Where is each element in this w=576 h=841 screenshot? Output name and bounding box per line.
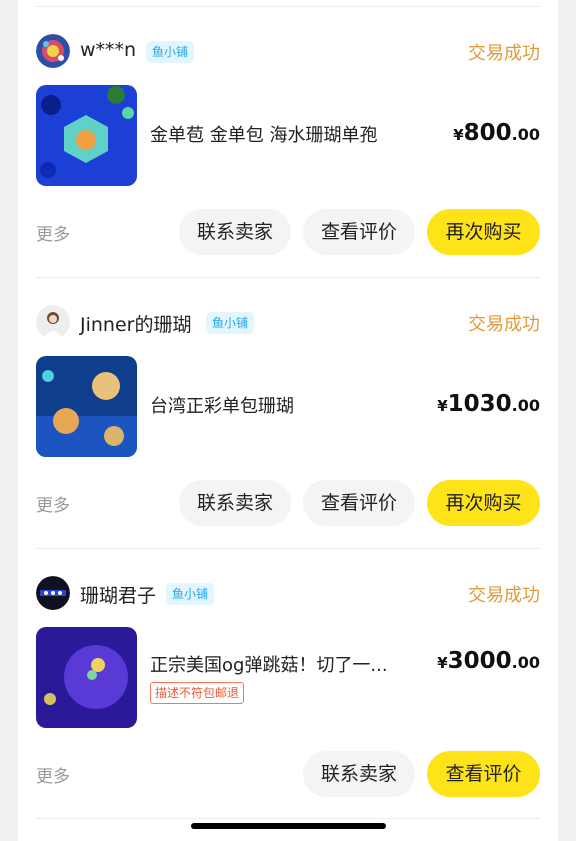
more-link[interactable]: 更多 — [36, 762, 70, 787]
divider — [36, 818, 540, 819]
product-title[interactable]: 正宗美国og弹跳菇！切了一... — [150, 651, 420, 677]
contact-seller-button[interactable]: 联系卖家 — [179, 209, 291, 255]
contact-seller-button[interactable]: 联系卖家 — [179, 480, 291, 526]
product-thumbnail[interactable] — [36, 85, 137, 186]
price-decimal: .00 — [511, 396, 540, 415]
price-integer: 3000 — [447, 648, 512, 674]
home-indicator[interactable] — [191, 823, 386, 829]
product-price: ¥3000.00 — [437, 648, 540, 674]
seller-avatar[interactable] — [36, 305, 70, 339]
buy-again-button[interactable]: 再次购买 — [427, 209, 540, 255]
more-link[interactable]: 更多 — [36, 491, 70, 516]
price-currency: ¥ — [437, 654, 448, 672]
order-status: 交易成功 — [468, 585, 540, 606]
product-title[interactable]: 台湾正彩单包珊瑚 — [150, 392, 420, 418]
view-review-button[interactable]: 查看评价 — [303, 209, 415, 255]
product-title[interactable]: 金单苞 金单包 海水珊瑚单孢 — [150, 121, 420, 147]
shop-tag: 鱼小铺 — [146, 41, 195, 63]
product-price: ¥800.00 — [453, 120, 540, 146]
order-header: Jinner的珊瑚 鱼小铺 交易成功 — [36, 305, 540, 341]
shop-tag: 鱼小铺 — [166, 583, 215, 605]
price-currency: ¥ — [453, 126, 464, 144]
order-header: w***n 鱼小铺 交易成功 — [36, 34, 540, 70]
seller-name[interactable]: 珊瑚君子 — [80, 581, 156, 608]
view-review-button[interactable]: 查看评价 — [303, 480, 415, 526]
seller-avatar[interactable] — [36, 576, 70, 610]
order-status: 交易成功 — [468, 43, 540, 64]
more-link[interactable]: 更多 — [36, 220, 70, 245]
order-list: w***n 鱼小铺 交易成功 金单苞 金单包 海水珊瑚单孢 ¥800.00 更多… — [18, 0, 558, 841]
price-decimal: .00 — [511, 125, 540, 144]
contact-seller-button[interactable]: 联系卖家 — [303, 751, 415, 797]
return-policy-badge: 描述不符包邮退 — [150, 682, 245, 704]
product-price: ¥1030.00 — [437, 391, 540, 417]
seller-name[interactable]: w***n — [80, 39, 136, 61]
price-decimal: .00 — [511, 653, 540, 672]
seller-avatar[interactable] — [36, 34, 70, 68]
product-thumbnail[interactable] — [36, 356, 137, 457]
divider — [36, 277, 540, 278]
seller-name[interactable]: Jinner的珊瑚 — [80, 310, 191, 337]
buy-again-button[interactable]: 再次购买 — [427, 480, 540, 526]
price-integer: 800 — [463, 120, 512, 146]
divider — [36, 548, 540, 549]
shop-tag: 鱼小铺 — [206, 312, 255, 334]
view-review-button[interactable]: 查看评价 — [427, 751, 540, 797]
price-currency: ¥ — [437, 397, 448, 415]
product-thumbnail[interactable] — [36, 627, 137, 728]
order-status: 交易成功 — [468, 314, 540, 335]
price-integer: 1030 — [447, 391, 512, 417]
order-header: 珊瑚君子 鱼小铺 交易成功 — [36, 576, 540, 612]
divider — [36, 6, 540, 7]
